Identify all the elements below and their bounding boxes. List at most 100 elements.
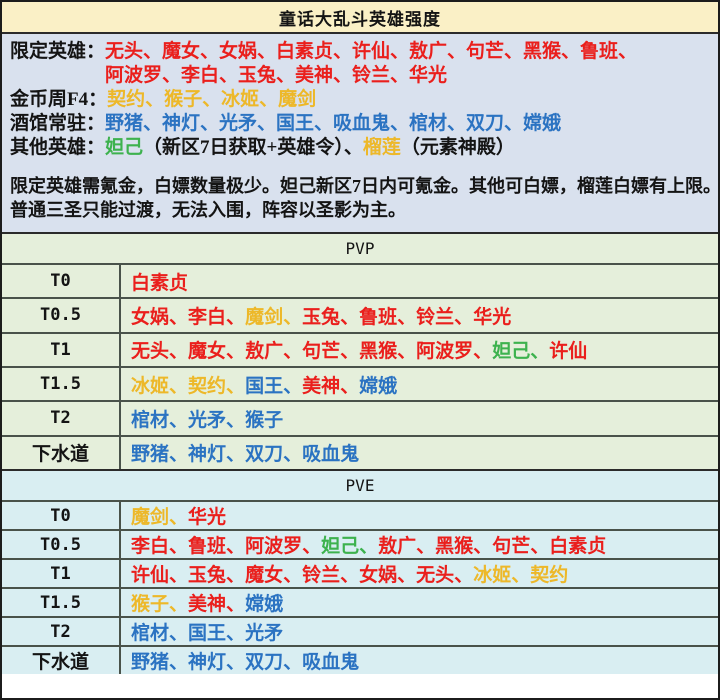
tier-label: T0.5 bbox=[2, 299, 121, 332]
hero-separator: 、 bbox=[169, 306, 189, 328]
tier-row: T0 白素贞 bbox=[2, 265, 718, 300]
hero-separator: 、 bbox=[226, 594, 246, 615]
tier-row: 下水道 野猪、神灯、双刀、吸血鬼 bbox=[2, 647, 718, 674]
legend-section: 限定英雄： 无头、魔女、女娲、白素贞、许仙、敖广、句芒、黑猴、鲁班、 阿波罗、李白、… bbox=[2, 34, 718, 234]
tier-row: T2 棺材、光矛、猴子 bbox=[2, 402, 718, 437]
hero-name: 棺材 bbox=[131, 409, 170, 431]
hero-name: 猴子 bbox=[131, 594, 170, 615]
hero-name: 句芒 bbox=[302, 341, 341, 363]
page-title: 童话大乱斗英雄强度 bbox=[279, 9, 441, 29]
hero-name: 白素贞 bbox=[131, 272, 189, 294]
hero-separator: 、 bbox=[169, 623, 189, 644]
legend-row: 金币周F4： 契约、猴子、冰姬、魔剑 bbox=[10, 88, 710, 112]
hero-separator: 、 bbox=[340, 565, 360, 586]
tier-heroes: 魔剑、华光 bbox=[121, 502, 718, 529]
hero-name: 嫦娥 bbox=[245, 594, 284, 615]
hero-separator: 、 bbox=[340, 306, 360, 328]
hero-name: （新区7日获取+英雄令）、 bbox=[143, 137, 363, 158]
tier-label: T0 bbox=[2, 502, 121, 529]
hero-separator: 、 bbox=[283, 341, 303, 363]
hero-name: 神灯 bbox=[188, 444, 227, 466]
tier-heroes: 白素贞 bbox=[121, 265, 718, 297]
tier-row: T1 无头、魔女、敖广、句芒、黑猴、阿波罗、妲己、许仙 bbox=[2, 333, 718, 368]
legend-label: 其他英雄： bbox=[10, 137, 106, 158]
legend-heroes: 契约、猴子、冰姬、魔剑 bbox=[107, 88, 316, 112]
tier-row: T1.5 猴子、美神、嫦娥 bbox=[2, 589, 718, 618]
hero-separator: 、 bbox=[416, 536, 436, 557]
hero-name: 阿波罗、李白、玉兔、美神、铃兰、华光 bbox=[105, 65, 448, 86]
tier-heroes: 猴子、美神、嫦娥 bbox=[121, 589, 718, 616]
hero-separator: 、 bbox=[283, 306, 303, 328]
hero-name: 双刀 bbox=[245, 652, 284, 673]
hero-separator: 、 bbox=[397, 341, 417, 363]
hero-separator: 、 bbox=[169, 507, 189, 528]
hero-separator: 、 bbox=[226, 375, 246, 397]
hero-name: 冰姬 bbox=[131, 375, 170, 397]
hero-separator: 、 bbox=[340, 375, 360, 397]
hero-separator: 、 bbox=[169, 444, 189, 466]
legend-rows: 限定英雄： 无头、魔女、女娲、白素贞、许仙、敖广、句芒、黑猴、鲁班、 阿波罗、李白、… bbox=[10, 40, 710, 160]
section-pve: PVE T0 魔剑、华光 T0.5 李白、鲁班、阿波罗、妲己、敖广、黑猴、句芒、白素贞 T… bbox=[2, 469, 718, 674]
tier-heroes: 棺材、光矛、猴子 bbox=[121, 402, 718, 434]
tier-row: T0.5 李白、鲁班、阿波罗、妲己、敖广、黑猴、句芒、白素贞 bbox=[2, 531, 718, 560]
hero-name: 黑猴 bbox=[435, 536, 474, 557]
hero-name: 冰姬 bbox=[473, 565, 512, 586]
legend-heroes: 妲己（新区7日获取+英雄令）、榴莲（元素神殿） bbox=[105, 136, 515, 160]
legend-label: 酒馆常驻： bbox=[10, 113, 106, 134]
hero-name: 野猪 bbox=[131, 444, 170, 466]
tier-label: T1.5 bbox=[2, 367, 121, 401]
hero-name: 嫦娥 bbox=[359, 375, 398, 397]
hero-name: 铃兰 bbox=[302, 565, 341, 586]
hero-separator: 、 bbox=[283, 375, 303, 397]
tier-sheet: 童话大乱斗英雄强度 限定英雄： 无头、魔女、女娲、白素贞、许仙、敖广、句芒、黑猴、… bbox=[0, 0, 720, 700]
hero-separator: 、 bbox=[169, 375, 189, 397]
hero-name: 棺材 bbox=[131, 623, 170, 644]
hero-name: 许仙 bbox=[549, 341, 588, 363]
section-header-pve: PVE bbox=[2, 471, 718, 502]
hero-name: 双刀 bbox=[245, 444, 284, 466]
hero-separator: 、 bbox=[359, 536, 379, 557]
hero-separator: 、 bbox=[530, 536, 550, 557]
tier-heroes: 棺材、国王、光矛 bbox=[121, 618, 718, 645]
hero-name: 李白 bbox=[131, 536, 170, 557]
notes: 限定英雄需氪金，白嫖数量极少。妲己新区7日内可氪金。其他可白嫖，榴莲白嫖有上限。… bbox=[10, 174, 718, 222]
hero-name: 魔女 bbox=[188, 341, 227, 363]
hero-separator: 、 bbox=[226, 409, 246, 431]
hero-name: 黑猴 bbox=[359, 341, 398, 363]
hero-name: 猴子 bbox=[245, 409, 284, 431]
hero-name: 榴莲 bbox=[362, 137, 401, 158]
hero-name: 国王 bbox=[245, 375, 284, 397]
hero-name: 魔剑 bbox=[245, 306, 284, 328]
legend-row: 其他英雄： 妲己（新区7日获取+英雄令）、榴莲（元素神殿） bbox=[10, 136, 710, 160]
hero-name: 敖广 bbox=[245, 341, 284, 363]
hero-name: 女娲 bbox=[359, 565, 398, 586]
hero-name: 女娲 bbox=[131, 306, 170, 328]
hero-name: 华光 bbox=[473, 306, 512, 328]
tier-label: T1 bbox=[2, 560, 121, 587]
hero-name: 玉兔 bbox=[302, 306, 341, 328]
hero-name: 鲁班 bbox=[188, 536, 227, 557]
legend-row: 限定英雄： 无头、魔女、女娲、白素贞、许仙、敖广、句芒、黑猴、鲁班、 阿波罗、李白、… bbox=[10, 40, 710, 88]
tier-heroes: 野猪、神灯、双刀、吸血鬼 bbox=[121, 437, 718, 469]
tier-label: T1 bbox=[2, 333, 121, 366]
hero-separator: 、 bbox=[169, 594, 189, 615]
hero-name: 吸血鬼 bbox=[302, 652, 360, 673]
hero-name: 许仙 bbox=[131, 565, 170, 586]
hero-name: 白素贞 bbox=[549, 536, 607, 557]
hero-separator: 、 bbox=[397, 306, 417, 328]
hero-separator: 、 bbox=[283, 652, 303, 673]
hero-separator: 、 bbox=[226, 623, 246, 644]
hero-separator: 、 bbox=[454, 565, 474, 586]
hero-name: 李白 bbox=[188, 306, 227, 328]
hero-separator: 、 bbox=[169, 565, 189, 586]
hero-separator: 、 bbox=[226, 341, 246, 363]
hero-name: 国王 bbox=[188, 623, 227, 644]
tier-row: T0 魔剑、华光 bbox=[2, 502, 718, 531]
hero-separator: 、 bbox=[226, 306, 246, 328]
hero-name: （元素神殿） bbox=[400, 137, 515, 158]
hero-separator: 、 bbox=[302, 536, 322, 557]
hero-separator: 、 bbox=[530, 341, 550, 363]
tier-label: T1.5 bbox=[2, 589, 121, 616]
hero-separator: 、 bbox=[397, 565, 417, 586]
hero-separator: 、 bbox=[226, 536, 246, 557]
